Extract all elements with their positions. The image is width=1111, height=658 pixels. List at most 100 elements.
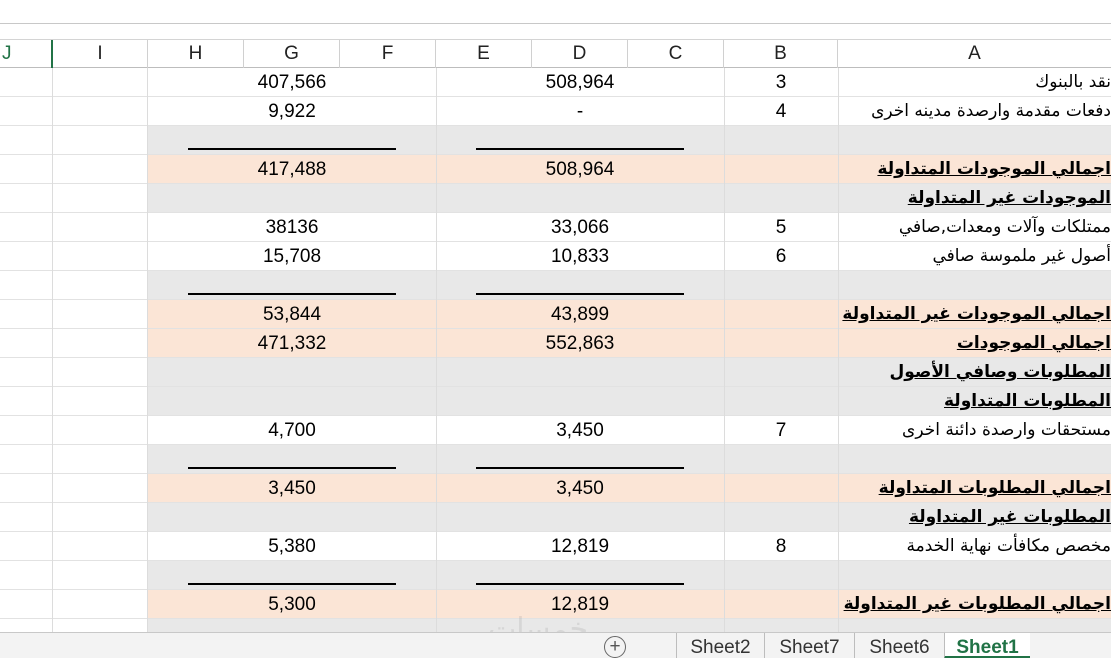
column-headers: J I H G F E D C B A [0, 40, 1111, 68]
cell-d[interactable] [476, 126, 684, 155]
table-row: 417,488 508,964 اجمالي الموجودات المتداولة [0, 155, 1111, 184]
cell-d[interactable]: - [476, 97, 684, 126]
cell-g[interactable] [188, 126, 396, 155]
cell-g[interactable]: 53,844 [188, 300, 396, 329]
table-row: 9,922-4 دفعات مقدمة وارصدة مدينه اخرى [0, 97, 1111, 126]
cell-a[interactable]: اجمالي الموجودات [671, 329, 1111, 358]
cell-g[interactable] [188, 184, 396, 213]
table-row [0, 271, 1111, 300]
cell-g[interactable] [188, 387, 396, 416]
cell-g[interactable] [188, 271, 396, 300]
tab-sheet1[interactable]: Sheet1 [944, 633, 1030, 658]
cell-g[interactable] [188, 619, 396, 632]
table-row: 5,380 12,819 8 مخصص مكافأت نهاية الخدمة [0, 532, 1111, 561]
add-sheet-button[interactable]: + [604, 636, 626, 658]
column-header-d[interactable]: D [532, 40, 628, 68]
column-header-f[interactable]: F [340, 40, 436, 68]
tab-sheet2[interactable]: Sheet2 [676, 633, 764, 658]
cell-a[interactable]: ممتلكات وآلات ومعدات,صافي [671, 213, 1111, 242]
table-row: المطلوبات غير المتداولة [0, 503, 1111, 532]
cell-a[interactable]: دفعات مقدمة وارصدة مدينه اخرى [671, 97, 1111, 126]
cell-g[interactable]: 417,488 [188, 155, 396, 184]
table-row: 3,450 3,450 اجمالي المطلوبات المتداولة [0, 474, 1111, 503]
cell-a[interactable] [671, 445, 1111, 474]
cell-a[interactable]: اجمالي الموجودات المتداولة [671, 155, 1111, 184]
ribbon-edge [0, 0, 1111, 24]
tab-sheet7[interactable]: Sheet7 [764, 633, 854, 658]
cell-g[interactable]: 3,450 [188, 474, 396, 503]
table-row: المطلوبات المتداولة [0, 387, 1111, 416]
cell-d[interactable]: 10,833 [476, 242, 684, 271]
formula-bar-edge [0, 24, 1111, 40]
cell-a[interactable]: المطلوبات غير المتداولة [671, 503, 1111, 532]
table-row: 4,700 3,450 7 مستحقات وارصدة دائنة اخرى [0, 416, 1111, 445]
table-row: 407,566 508,964 3 نقد بالبنوك [0, 68, 1111, 97]
table-row: الموجودات غير المتداولة [0, 184, 1111, 213]
cell-d[interactable]: 3,450 [476, 474, 684, 503]
cell-a[interactable] [671, 126, 1111, 155]
cell-d[interactable] [476, 271, 684, 300]
cell-a[interactable]: المطلوبات المتداولة [671, 387, 1111, 416]
gridline-e [436, 68, 437, 632]
cell-a[interactable]: اجمالي المطلوبات المتداولة [671, 474, 1111, 503]
cell-g[interactable]: 5,300 [188, 590, 396, 619]
cell-a[interactable] [671, 561, 1111, 590]
cell-d[interactable]: 3,450 [476, 416, 684, 445]
cell-d[interactable]: 33,066 [476, 213, 684, 242]
cell-g[interactable]: 4,700 [188, 416, 396, 445]
cell-d[interactable]: 43,899 [476, 300, 684, 329]
column-header-a[interactable]: A [838, 40, 1111, 68]
column-header-h[interactable]: H [148, 40, 244, 68]
cell-g[interactable]: 5,380 [188, 532, 396, 561]
cell-d[interactable]: 12,819 [476, 532, 684, 561]
cell-a[interactable] [671, 271, 1111, 300]
table-row [0, 445, 1111, 474]
cell-a[interactable]: المطلوبات وصافي الأصول [671, 358, 1111, 387]
cell-d[interactable] [476, 358, 684, 387]
cell-d[interactable]: 508,964 [476, 68, 684, 97]
cell-a[interactable]: نقد بالبنوك [671, 68, 1111, 97]
cell-g[interactable]: 9,922 [188, 97, 396, 126]
cell-a[interactable]: أصول غير ملموسة صافي [671, 242, 1111, 271]
tab-sheet6[interactable]: Sheet6 [854, 633, 944, 658]
gridline-h [147, 68, 148, 632]
table-row [0, 126, 1111, 155]
cell-d[interactable]: 552,863 [476, 329, 684, 358]
table-row: 15,708 10,833 6 أصول غير ملموسة صافي [0, 242, 1111, 271]
sheet-grid[interactable]: 407,566 508,964 3 نقد بالبنوك 9,922-4 دفعات م… [0, 68, 1111, 632]
table-row: 471,332 552,863 اجمالي الموجودات [0, 329, 1111, 358]
cell-g[interactable]: 407,566 [188, 68, 396, 97]
gridline-a [838, 68, 839, 632]
cell-d[interactable]: 508,964 [476, 155, 684, 184]
cell-g[interactable]: 15,708 [188, 242, 396, 271]
table-row: 53,844 43,899 اجمالي الموجودات غير المتداو… [0, 300, 1111, 329]
sheet-tab-bar: + Sheet2 Sheet7 Sheet6 Sheet1 [0, 632, 1111, 658]
cell-g[interactable]: 471,332 [188, 329, 396, 358]
gridline-b [724, 68, 725, 632]
cell-d[interactable] [476, 184, 684, 213]
table-row: المطلوبات وصافي الأصول [0, 358, 1111, 387]
column-header-g[interactable]: G [244, 40, 340, 68]
cell-g[interactable] [188, 445, 396, 474]
cell-a[interactable] [671, 619, 1111, 632]
cell-a[interactable]: اجمالي المطلوبات غير المتداولة [671, 590, 1111, 619]
column-header-j[interactable]: J [0, 40, 53, 68]
column-header-e[interactable]: E [436, 40, 532, 68]
cell-g[interactable] [188, 358, 396, 387]
cell-g[interactable] [188, 503, 396, 532]
cell-g[interactable] [188, 561, 396, 590]
cell-d[interactable] [476, 387, 684, 416]
cell-d[interactable] [476, 503, 684, 532]
cell-a[interactable]: مخصص مكافأت نهاية الخدمة [671, 532, 1111, 561]
table-row: 38136 33,066 5 ممتلكات وآلات ومعدات,صافي [0, 213, 1111, 242]
cell-g[interactable]: 38136 [188, 213, 396, 242]
table-row [0, 561, 1111, 590]
cell-d[interactable] [476, 445, 684, 474]
column-header-b[interactable]: B [724, 40, 838, 68]
column-header-i[interactable]: I [53, 40, 148, 68]
cell-d[interactable] [476, 561, 684, 590]
cell-a[interactable]: مستحقات وارصدة دائنة اخرى [671, 416, 1111, 445]
column-header-c[interactable]: C [628, 40, 724, 68]
cell-a[interactable]: الموجودات غير المتداولة [671, 184, 1111, 213]
cell-a[interactable]: اجمالي الموجودات غير المتداولة [671, 300, 1111, 329]
